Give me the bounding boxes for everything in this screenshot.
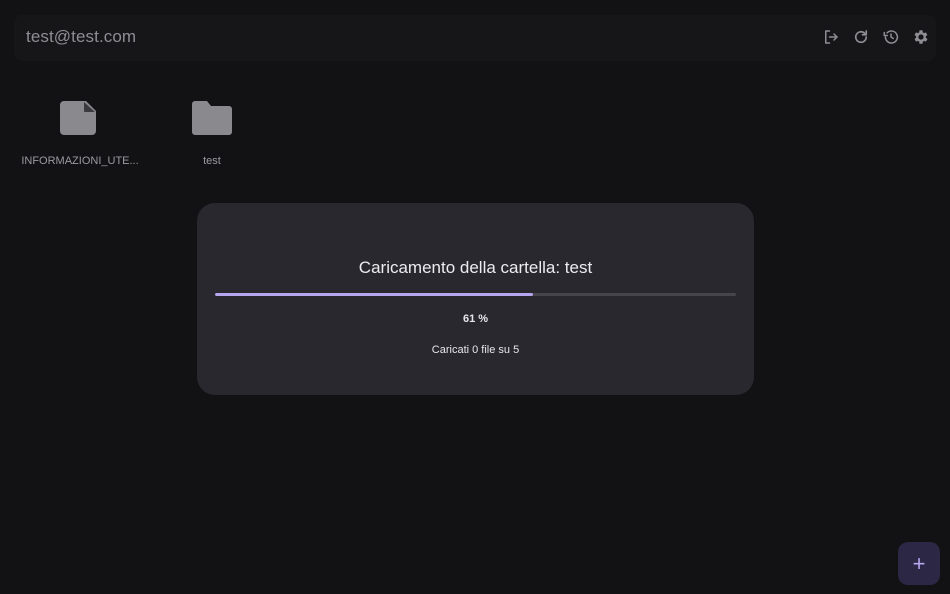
settings-icon <box>914 30 928 44</box>
folder-icon <box>192 101 232 135</box>
history-button[interactable] <box>880 26 902 48</box>
dialog-title: Caricamento della cartella: test <box>358 258 593 277</box>
app-window: test@test.com INFORMAZIONI_UTE... test C… <box>0 0 950 594</box>
refresh-button[interactable] <box>850 26 872 48</box>
file-item[interactable]: INFORMAZIONI_UTE... <box>15 98 145 167</box>
file-name: INFORMAZIONI_UTE... <box>21 155 139 167</box>
folder-name: test <box>203 155 221 167</box>
document-icon <box>60 101 96 135</box>
logout-icon <box>825 30 838 44</box>
plus-icon: + <box>912 550 926 576</box>
progress-percent: 61 % <box>462 313 489 325</box>
account-email: test@test.com <box>26 27 137 46</box>
logout-button[interactable] <box>820 26 842 48</box>
upload-progress-dialog: Caricamento della cartella: test 61 % Ca… <box>197 203 754 395</box>
toolbar-actions <box>820 26 932 48</box>
add-button[interactable]: + <box>898 542 940 585</box>
refresh-icon <box>854 30 868 44</box>
settings-button[interactable] <box>910 26 932 48</box>
progress-bar-fill <box>215 293 533 296</box>
top-bar: test@test.com <box>14 15 936 61</box>
progress-bar <box>215 293 736 296</box>
history-icon <box>883 30 899 44</box>
folder-item[interactable]: test <box>147 98 277 167</box>
upload-status: Caricati 0 file su 5 <box>431 344 520 356</box>
